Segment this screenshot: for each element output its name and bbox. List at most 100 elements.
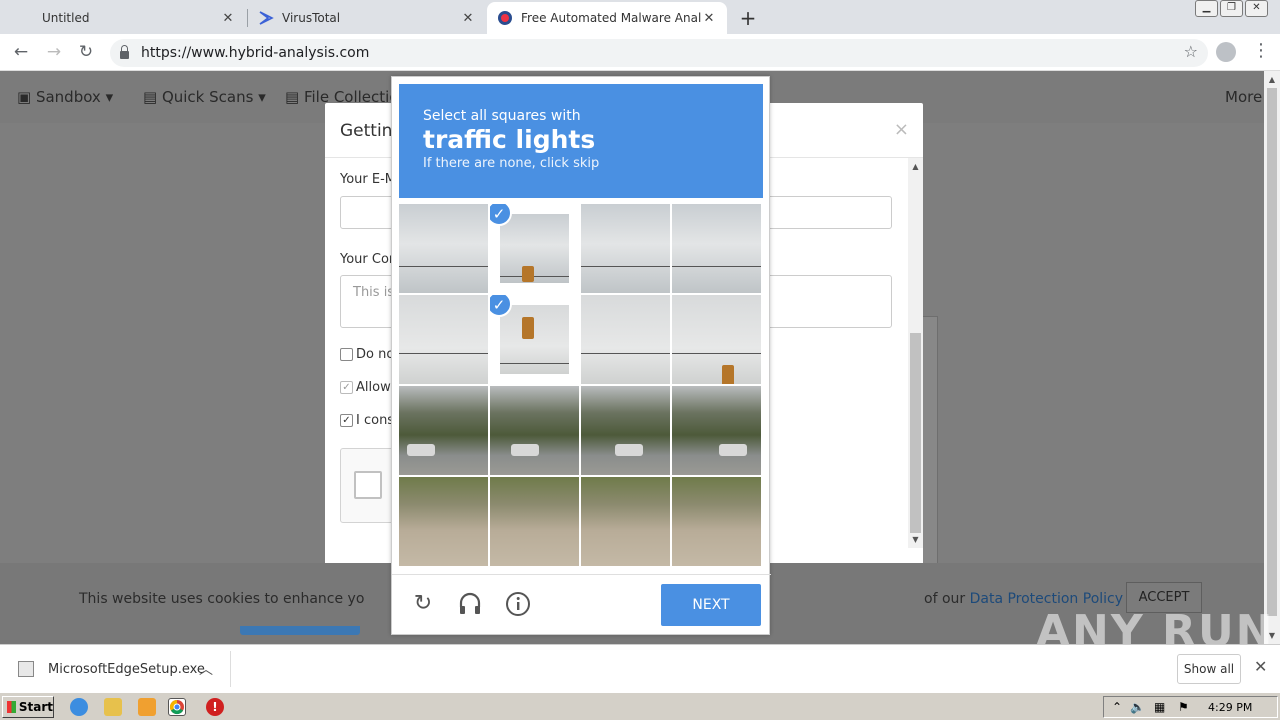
ie-icon[interactable] [70, 698, 88, 716]
grid-tile[interactable] [672, 386, 761, 475]
flag-icon[interactable]: ⚑ [1178, 700, 1189, 714]
grid-tile[interactable] [672, 295, 761, 384]
tile-image [581, 477, 670, 566]
checkbox-consent[interactable]: ✓ [340, 414, 353, 427]
recaptcha-checkbox[interactable] [354, 471, 382, 499]
profile-avatar-icon[interactable] [1216, 42, 1236, 62]
grid-tile[interactable] [399, 477, 488, 566]
stop-icon[interactable]: ! [206, 698, 224, 716]
tab-close-icon[interactable]: ✕ [460, 11, 476, 26]
grid-tile[interactable]: ✓ [490, 295, 579, 384]
tab-title: Untitled [42, 11, 90, 25]
next-button[interactable]: NEXT [661, 584, 761, 626]
vehicle-shape [719, 444, 747, 456]
clock: 4:29 PM [1208, 701, 1253, 714]
power-line [672, 353, 761, 354]
grid-tile[interactable] [490, 477, 579, 566]
grid-tile[interactable] [399, 295, 488, 384]
virustotal-icon [259, 11, 274, 25]
scroll-up-icon[interactable]: ▲ [1264, 75, 1280, 84]
comment-placeholder: This is [353, 285, 395, 300]
cube-icon: ▣ [17, 88, 36, 106]
checkbox-label: Allow [356, 380, 391, 395]
power-line [500, 276, 569, 277]
reload-icon[interactable]: ↻ [410, 591, 436, 617]
chevron-up-icon[interactable]: ︿ [199, 659, 213, 679]
recaptcha-challenge: Select all squares with traffic lights I… [391, 76, 771, 636]
grid-tile[interactable] [581, 386, 670, 475]
page-scrollbar[interactable]: ▲ ▼ [1264, 71, 1280, 644]
checkbox-do-not[interactable] [340, 348, 353, 361]
start-button[interactable]: Start [2, 696, 54, 718]
tab-close-icon[interactable]: ✕ [701, 11, 717, 26]
grid-tile[interactable] [672, 477, 761, 566]
grid-tile[interactable] [672, 204, 761, 293]
cookie-text: This website uses cookies to enhance yo [79, 591, 365, 607]
tile-image [672, 295, 761, 384]
bookmark-star-icon[interactable]: ☆ [1184, 42, 1198, 61]
scroll-down-icon[interactable]: ▼ [908, 535, 923, 544]
scrollbar-thumb[interactable] [1267, 88, 1277, 616]
info-icon[interactable] [505, 591, 531, 617]
challenge-footer: ↻ NEXT [392, 574, 771, 636]
nav-label: Quick Scans [161, 88, 254, 106]
scrollbar-thumb[interactable] [910, 333, 921, 533]
media-player-icon[interactable] [138, 698, 156, 716]
tile-image [490, 477, 579, 566]
grid-tile[interactable]: ✓ [490, 204, 579, 293]
folder-icon[interactable] [104, 698, 122, 716]
grid-tile[interactable] [581, 204, 670, 293]
cookie-text-end: of our Data Protection Policy [924, 591, 1123, 607]
modal-button-edge [240, 626, 360, 635]
power-line [399, 266, 488, 267]
reload-icon[interactable]: ↻ [75, 42, 97, 62]
cookie-text-of-our: of our [924, 591, 966, 607]
power-line [399, 353, 488, 354]
download-item[interactable]: MicrosoftEdgeSetup.exe [18, 661, 205, 677]
url-bar[interactable]: https://www.hybrid-analysis.com ☆ [110, 39, 1208, 67]
modal-scrollbar[interactable]: ▲ ▼ [908, 158, 923, 548]
forward-arrow-icon[interactable]: → [43, 42, 65, 62]
grid-tile[interactable] [399, 386, 488, 475]
grid-tile[interactable] [581, 295, 670, 384]
checkbox-allow[interactable]: ✓ [340, 381, 353, 394]
scroll-up-icon[interactable]: ▲ [908, 162, 923, 171]
nav-quick-scans[interactable]: ▤ Quick Scans ▾ [143, 88, 266, 106]
grid-tile[interactable] [490, 386, 579, 475]
tile-image [581, 386, 670, 475]
grid-tile[interactable] [399, 204, 488, 293]
new-tab-button[interactable]: + [738, 6, 758, 30]
lock-icon [120, 45, 129, 59]
network-icon[interactable]: ▦ [1154, 700, 1165, 714]
divider [230, 651, 231, 687]
tab-untitled[interactable]: Untitled ✕ [0, 2, 246, 34]
tab-virustotal[interactable]: VirusTotal ✕ [248, 2, 486, 34]
tile-image [500, 214, 569, 283]
windows-logo-icon [7, 701, 16, 713]
tab-close-icon[interactable]: ✕ [220, 11, 236, 26]
challenge-instruction: Select all squares with [423, 108, 581, 124]
chrome-icon[interactable] [168, 698, 186, 716]
grid-tile[interactable] [581, 477, 670, 566]
image-grid: ✓ ✓ [399, 204, 763, 568]
modal-close-icon[interactable]: × [894, 119, 909, 140]
nav-more[interactable]: More [1225, 88, 1262, 106]
nav-sandbox[interactable]: ▣ Sandbox ▾ [17, 88, 113, 106]
volume-icon[interactable]: 🔈 [1130, 700, 1145, 714]
data-protection-link[interactable]: Data Protection Policy [970, 591, 1123, 607]
email-label: Your E-M [340, 172, 397, 187]
tray-expand-icon[interactable]: ⌃ [1112, 700, 1122, 714]
window-close-icon[interactable]: ✕ [1245, 0, 1268, 17]
restore-icon[interactable]: ❐ [1220, 0, 1243, 17]
back-arrow-icon[interactable]: ← [10, 42, 32, 62]
close-icon[interactable]: ✕ [1254, 657, 1267, 676]
tab-hybrid-analysis[interactable]: Free Automated Malware Analysis Se ✕ [487, 2, 727, 34]
installer-file-icon [18, 661, 34, 677]
audio-icon[interactable] [457, 591, 483, 617]
minimize-icon[interactable]: ▁ [1195, 0, 1218, 17]
file-icon: ▤ [143, 88, 162, 106]
show-all-button[interactable]: Show all [1177, 654, 1241, 684]
hybrid-analysis-icon [498, 11, 512, 25]
vehicle-shape [615, 444, 643, 456]
menu-kebab-icon[interactable]: ⋮ [1252, 42, 1270, 60]
